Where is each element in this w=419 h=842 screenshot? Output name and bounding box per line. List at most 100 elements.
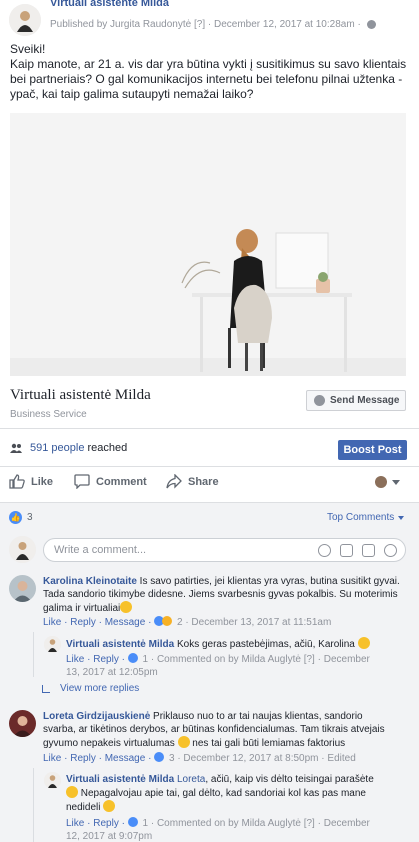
chevron-down-icon bbox=[392, 479, 400, 485]
smile-emoji-icon bbox=[177, 736, 190, 748]
comment-button[interactable]: Comment bbox=[74, 474, 147, 489]
commenter-avatar[interactable] bbox=[9, 575, 36, 602]
reply-author[interactable]: Virtuali asistentė Milda bbox=[66, 639, 174, 650]
reach-row: 591 people reached bbox=[10, 442, 127, 454]
published-by[interactable]: Published by Jurgita Raudonytė bbox=[50, 19, 191, 30]
like-reaction-icon bbox=[154, 752, 165, 762]
reply-time-continued: 13, 2017 at 12:05pm bbox=[66, 666, 158, 679]
like-label: Like bbox=[31, 475, 54, 488]
like-button[interactable]: Like bbox=[9, 474, 53, 489]
comment-icon bbox=[74, 474, 90, 489]
post-meta: Published by Jurgita Raudonytė [?] · Dec… bbox=[50, 19, 376, 30]
link-subtitle: Business Service bbox=[10, 409, 87, 420]
post-timestamp[interactable]: December 12, 2017 at 10:28am bbox=[214, 19, 355, 30]
mention-link[interactable]: Loreta bbox=[177, 774, 205, 785]
link-title[interactable]: Virtuali asistentė Milda bbox=[10, 387, 151, 404]
help-mark[interactable]: [?] bbox=[304, 818, 315, 829]
comment-like-link[interactable]: Like bbox=[43, 753, 61, 764]
reaction-count[interactable]: 1 bbox=[143, 818, 149, 829]
comment-text-tail: nes tai gali būti lemiamas faktorius bbox=[189, 738, 346, 749]
haha-reaction-icon bbox=[162, 616, 173, 626]
reaction-count: 3 bbox=[27, 512, 33, 523]
sticker-icon[interactable] bbox=[384, 544, 397, 557]
chevron-down-icon bbox=[398, 515, 405, 520]
smile-emoji-icon bbox=[120, 601, 133, 613]
reply-reply-link[interactable]: Reply bbox=[93, 654, 119, 665]
view-more-replies[interactable]: View more replies bbox=[42, 683, 139, 694]
actor-selector[interactable] bbox=[375, 476, 400, 488]
comment: Karolina Kleinotaite Is savo patirties, … bbox=[43, 575, 409, 615]
reply-time[interactable]: December bbox=[324, 818, 370, 829]
share-button[interactable]: Share bbox=[166, 474, 219, 489]
actor-avatar bbox=[375, 476, 387, 488]
reply-actions: Like · Reply · 1 · Commented on by Milda… bbox=[66, 653, 370, 665]
comment: Loreta Girdzijauskienė Priklauso nuo to … bbox=[43, 710, 388, 750]
edited-label[interactable]: Edited bbox=[327, 753, 355, 764]
reply-time-line2[interactable]: 13, 2017 at 12:05pm bbox=[66, 667, 158, 678]
messenger-icon bbox=[314, 395, 325, 406]
reaction-count[interactable]: 2 bbox=[177, 617, 183, 628]
reply-time-line2[interactable]: 12, 2017 at 9:07pm bbox=[66, 831, 152, 842]
reply-text: , ačiū, kaip vis dėlto teisingai parašėt… bbox=[205, 774, 374, 785]
reaction-count[interactable]: 1 bbox=[143, 654, 149, 665]
page-avatar[interactable] bbox=[9, 4, 41, 36]
globe-icon[interactable] bbox=[366, 19, 376, 29]
reply-reply-link[interactable]: Reply bbox=[93, 818, 119, 829]
comment-author[interactable]: Karolina Kleinotaite bbox=[43, 576, 137, 587]
send-message-label: Send Message bbox=[330, 395, 400, 406]
reply: Virtuali asistentė Milda Koks geras past… bbox=[66, 637, 386, 651]
help-mark[interactable]: [?] bbox=[194, 19, 205, 30]
commenter-avatar bbox=[9, 536, 36, 563]
reply-arrow-icon bbox=[42, 684, 50, 693]
comment-like-link[interactable]: Like bbox=[43, 617, 61, 628]
reply-like-link[interactable]: Like bbox=[66, 818, 84, 829]
comment-author[interactable]: Loreta Girdzijauskienė bbox=[43, 711, 150, 722]
view-more-label: View more replies bbox=[60, 683, 140, 694]
smile-emoji-icon bbox=[357, 637, 370, 649]
like-icon bbox=[9, 474, 25, 489]
comment-reply-link[interactable]: Reply bbox=[70, 753, 96, 764]
emoji-icon[interactable] bbox=[318, 544, 331, 557]
comment-placeholder: Write a comment... bbox=[54, 544, 147, 556]
share-label: Share bbox=[188, 475, 219, 488]
smile-emoji-icon bbox=[66, 786, 78, 798]
reply-time[interactable]: December bbox=[324, 654, 370, 665]
thread-line bbox=[33, 768, 34, 842]
sort-label: Top Comments bbox=[327, 512, 395, 523]
reply-time-continued: 12, 2017 at 9:07pm bbox=[66, 830, 152, 842]
reach-suffix: reached bbox=[87, 442, 128, 454]
reach-count[interactable]: 591 people bbox=[30, 442, 84, 454]
page-name[interactable]: Virtuali asistentė Milda bbox=[50, 0, 169, 10]
share-icon bbox=[166, 474, 182, 489]
comment-sort-dropdown[interactable]: Top Comments bbox=[327, 512, 405, 523]
reaction-count[interactable]: 3 bbox=[169, 753, 175, 764]
comment-message-link[interactable]: Message bbox=[105, 617, 146, 628]
comment-time[interactable]: December 13, 2017 at 11:51am bbox=[191, 617, 331, 628]
like-reaction-icon bbox=[127, 653, 138, 663]
reply-avatar[interactable] bbox=[44, 636, 61, 653]
commenter-avatar[interactable] bbox=[9, 710, 36, 737]
divider bbox=[0, 466, 419, 467]
comment-reply-link[interactable]: Reply bbox=[70, 617, 96, 628]
reactions-summary[interactable]: 👍 3 bbox=[9, 511, 33, 524]
boost-post-button[interactable]: Boost Post bbox=[338, 440, 407, 460]
commented-on-by: Commented on by Milda Auglytė bbox=[156, 654, 301, 665]
comment-label: Comment bbox=[96, 475, 147, 488]
send-message-button[interactable]: Send Message bbox=[306, 390, 406, 411]
post-header: Virtuali asistentė Milda Published by Ju… bbox=[0, 0, 419, 40]
like-reaction-icon bbox=[127, 817, 138, 827]
comment-message-link[interactable]: Message bbox=[105, 753, 146, 764]
divider bbox=[0, 428, 419, 429]
like-reaction-icon: 👍 bbox=[9, 511, 22, 524]
reply-author[interactable]: Virtuali asistentė Milda bbox=[66, 774, 174, 785]
gif-icon[interactable] bbox=[362, 544, 375, 557]
people-icon bbox=[10, 443, 22, 453]
reply-like-link[interactable]: Like bbox=[66, 654, 84, 665]
comment-input[interactable]: Write a comment... bbox=[43, 538, 406, 562]
camera-icon[interactable] bbox=[340, 544, 353, 557]
post-photo[interactable] bbox=[10, 113, 406, 376]
help-mark[interactable]: [?] bbox=[304, 654, 315, 665]
comment-time[interactable]: December 12, 2017 at 8:50pm bbox=[183, 753, 318, 764]
reply-avatar[interactable] bbox=[44, 772, 61, 789]
reply-text: Koks geras pastebėjimas, ačiū, Karolina bbox=[174, 639, 355, 650]
